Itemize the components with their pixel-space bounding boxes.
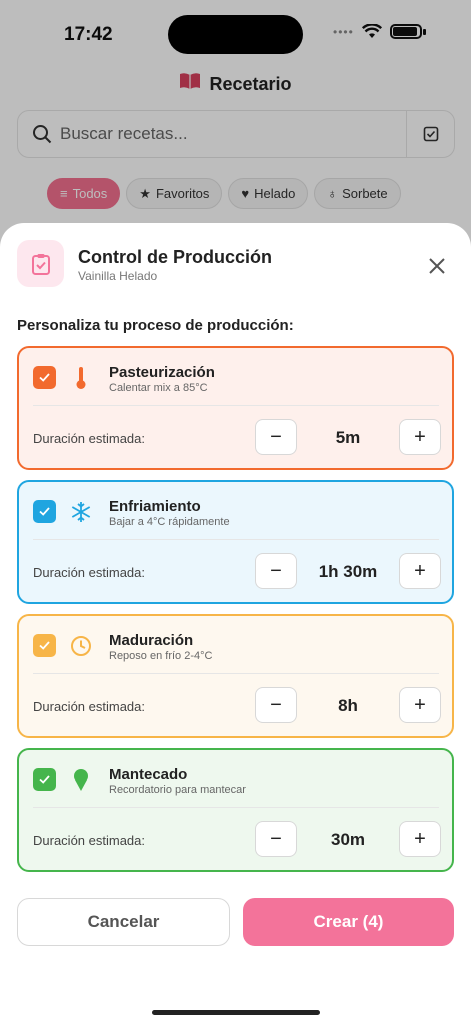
section-label: Personaliza tu proceso de producción: [17, 317, 294, 334]
increase-duration-button[interactable]: + [399, 821, 441, 857]
duration-label: Duración estimada: [33, 833, 145, 848]
step-description: Recordatorio para mantecar [109, 784, 246, 796]
step-checkbox[interactable] [33, 634, 56, 657]
increase-duration-button[interactable]: + [399, 687, 441, 723]
duration-label: Duración estimada: [33, 565, 145, 580]
step-description: Bajar a 4°C rápidamente [109, 516, 230, 528]
decrease-duration-button[interactable]: − [255, 419, 297, 455]
step-description: Reposo en frío 2-4°C [109, 650, 213, 662]
step-card-maduracion: Maduración Reposo en frío 2-4°C Duración… [17, 614, 454, 738]
step-name: Enfriamiento [109, 498, 201, 515]
cancel-button[interactable]: Cancelar [17, 898, 230, 946]
plus-icon: + [414, 559, 426, 582]
step-name: Maduración [109, 632, 194, 649]
close-button[interactable] [424, 253, 450, 279]
plus-icon: + [414, 425, 426, 448]
snowflake-icon [69, 500, 93, 524]
ice-cream-icon [69, 768, 93, 792]
decrease-duration-button[interactable]: − [255, 687, 297, 723]
minus-icon: − [270, 693, 282, 716]
home-indicator[interactable] [152, 1010, 320, 1015]
thermometer-icon [69, 366, 93, 390]
step-card-mantecado: Mantecado Recordatorio para mantecar Dur… [17, 748, 454, 872]
increase-duration-button[interactable]: + [399, 419, 441, 455]
checkmark-icon [39, 775, 50, 784]
step-card-pasteurizacion: Pasteurización Calentar mix a 85°C Durac… [17, 346, 454, 470]
checkmark-icon [39, 641, 50, 650]
decrease-duration-button[interactable]: − [255, 553, 297, 589]
step-checkbox[interactable] [33, 366, 56, 389]
minus-icon: − [270, 425, 282, 448]
production-control-sheet: Control de Producción Vainilla Helado Pe… [0, 223, 471, 1024]
duration-value: 30m [330, 830, 366, 849]
sheet-subtitle: Vainilla Helado [78, 269, 158, 283]
divider [33, 673, 439, 674]
duration-label: Duración estimada: [33, 699, 145, 714]
clipboard-check-icon [17, 240, 64, 287]
divider [33, 405, 439, 406]
step-checkbox[interactable] [33, 768, 56, 791]
step-card-enfriamiento: Enfriamiento Bajar a 4°C rápidamente Dur… [17, 480, 454, 604]
step-name: Mantecado [109, 766, 188, 783]
plus-icon: + [414, 693, 426, 716]
duration-value: 8h [338, 696, 358, 715]
increase-duration-button[interactable]: + [399, 553, 441, 589]
divider [33, 807, 439, 808]
clock-icon [69, 634, 93, 658]
duration-value: 1h 30m [318, 562, 378, 581]
create-button[interactable]: Crear (4) [243, 898, 454, 946]
plus-icon: + [414, 827, 426, 850]
step-name: Pasteurización [109, 364, 215, 381]
checkmark-icon [39, 373, 50, 382]
minus-icon: − [270, 559, 282, 582]
minus-icon: − [270, 827, 282, 850]
close-icon [429, 258, 445, 274]
sheet-title: Control de Producción [78, 247, 273, 267]
divider [33, 539, 439, 540]
checkmark-icon [39, 507, 50, 516]
step-description: Calentar mix a 85°C [109, 382, 208, 394]
step-checkbox[interactable] [33, 500, 56, 523]
duration-value: 5m [335, 428, 361, 447]
decrease-duration-button[interactable]: − [255, 821, 297, 857]
duration-label: Duración estimada: [33, 431, 145, 446]
